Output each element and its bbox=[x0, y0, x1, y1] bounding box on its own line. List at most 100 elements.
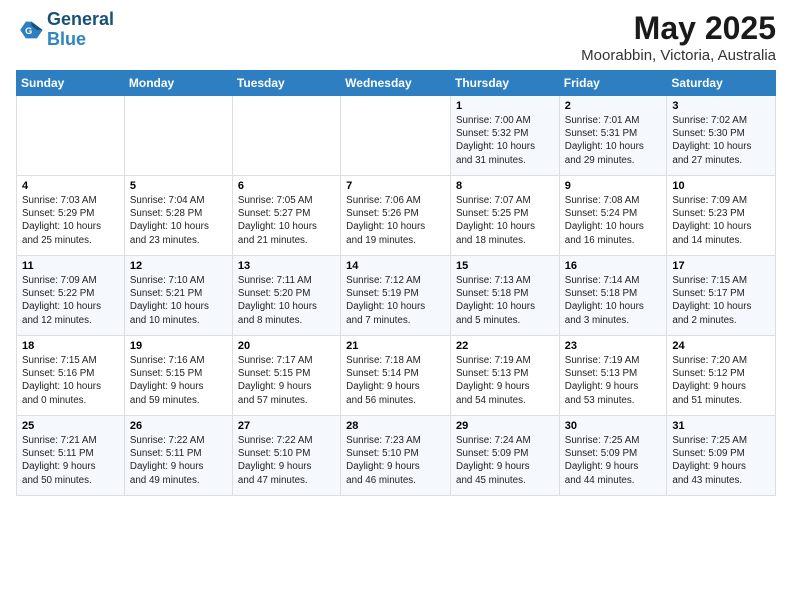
header: G General Blue May 2025 Moorabbin, Victo… bbox=[16, 10, 776, 64]
day-number: 6 bbox=[238, 180, 335, 192]
week-row-1: 1 Sunrise: 7:00 AMSunset: 5:32 PMDaylight… bbox=[17, 96, 776, 176]
day-cell bbox=[341, 96, 451, 176]
day-info: Sunrise: 7:06 AMSunset: 5:26 PMDaylight:… bbox=[346, 194, 445, 247]
day-cell: 23 Sunrise: 7:19 AMSunset: 5:13 PMDayligh… bbox=[559, 336, 667, 416]
weekday-header-tuesday: Tuesday bbox=[232, 71, 340, 96]
week-row-2: 4 Sunrise: 7:03 AMSunset: 5:29 PMDaylight… bbox=[17, 176, 776, 256]
week-row-5: 25Sunrise: 7:21 AMSunset: 5:11 PMDayligh… bbox=[17, 416, 776, 496]
day-info: Sunrise: 7:09 AMSunset: 5:22 PMDaylight:… bbox=[22, 274, 119, 327]
day-number: 27 bbox=[238, 420, 335, 432]
day-number: 12 bbox=[130, 260, 227, 272]
day-number: 23 bbox=[565, 340, 662, 352]
logo-line1: General bbox=[47, 10, 114, 30]
day-number: 4 bbox=[22, 180, 119, 192]
day-number: 13 bbox=[238, 260, 335, 272]
day-number: 1 bbox=[456, 100, 554, 112]
location: Moorabbin, Victoria, Australia bbox=[581, 47, 776, 64]
day-info: Sunrise: 7:13 AMSunset: 5:18 PMDaylight:… bbox=[456, 274, 554, 327]
day-cell: 31 Sunrise: 7:25 AMSunset: 5:09 PMDayligh… bbox=[667, 416, 776, 496]
day-cell: 24Sunrise: 7:20 AMSunset: 5:12 PMDayligh… bbox=[667, 336, 776, 416]
day-cell: 30 Sunrise: 7:25 AMSunset: 5:09 PMDayligh… bbox=[559, 416, 667, 496]
day-number: 19 bbox=[130, 340, 227, 352]
day-info: Sunrise: 7:07 AMSunset: 5:25 PMDaylight:… bbox=[456, 194, 554, 247]
day-number: 30 bbox=[565, 420, 662, 432]
day-info: Sunrise: 7:24 AMSunset: 5:09 PMDaylight:… bbox=[456, 434, 554, 487]
weekday-header-saturday: Saturday bbox=[667, 71, 776, 96]
day-info: Sunrise: 7:17 AMSunset: 5:15 PMDaylight:… bbox=[238, 354, 335, 407]
weekday-header-monday: Monday bbox=[124, 71, 232, 96]
day-cell bbox=[232, 96, 340, 176]
logo-icon: G bbox=[16, 16, 44, 44]
day-cell: 16 Sunrise: 7:14 AMSunset: 5:18 PMDayligh… bbox=[559, 256, 667, 336]
day-info: Sunrise: 7:02 AMSunset: 5:30 PMDaylight:… bbox=[672, 114, 770, 167]
day-cell: 17 Sunrise: 7:15 AMSunset: 5:17 PMDayligh… bbox=[667, 256, 776, 336]
weekday-header-sunday: Sunday bbox=[17, 71, 125, 96]
day-number: 8 bbox=[456, 180, 554, 192]
day-info: Sunrise: 7:00 AMSunset: 5:32 PMDaylight:… bbox=[456, 114, 554, 167]
logo: G General Blue bbox=[16, 10, 114, 50]
weekday-header-wednesday: Wednesday bbox=[341, 71, 451, 96]
day-info: Sunrise: 7:12 AMSunset: 5:19 PMDaylight:… bbox=[346, 274, 445, 327]
weekday-header-thursday: Thursday bbox=[451, 71, 560, 96]
weekday-header-row: SundayMondayTuesdayWednesdayThursdayFrid… bbox=[17, 71, 776, 96]
day-cell bbox=[17, 96, 125, 176]
day-cell: 19 Sunrise: 7:16 AMSunset: 5:15 PMDayligh… bbox=[124, 336, 232, 416]
day-number: 31 bbox=[672, 420, 770, 432]
week-row-3: 11 Sunrise: 7:09 AMSunset: 5:22 PMDayligh… bbox=[17, 256, 776, 336]
day-number: 5 bbox=[130, 180, 227, 192]
day-number: 16 bbox=[565, 260, 662, 272]
day-info: Sunrise: 7:19 AMSunset: 5:13 PMDaylight:… bbox=[456, 354, 554, 407]
day-cell: 1 Sunrise: 7:00 AMSunset: 5:32 PMDaylight… bbox=[451, 96, 560, 176]
day-cell: 26Sunrise: 7:22 AMSunset: 5:11 PMDayligh… bbox=[124, 416, 232, 496]
day-info: Sunrise: 7:18 AMSunset: 5:14 PMDaylight:… bbox=[346, 354, 445, 407]
day-cell: 12 Sunrise: 7:10 AMSunset: 5:21 PMDayligh… bbox=[124, 256, 232, 336]
day-cell: 10Sunrise: 7:09 AMSunset: 5:23 PMDayligh… bbox=[667, 176, 776, 256]
week-row-4: 18 Sunrise: 7:15 AMSunset: 5:16 PMDayligh… bbox=[17, 336, 776, 416]
day-number: 21 bbox=[346, 340, 445, 352]
day-info: Sunrise: 7:15 AMSunset: 5:17 PMDaylight:… bbox=[672, 274, 770, 327]
day-cell: 7Sunrise: 7:06 AMSunset: 5:26 PMDaylight… bbox=[341, 176, 451, 256]
day-info: Sunrise: 7:04 AMSunset: 5:28 PMDaylight:… bbox=[130, 194, 227, 247]
day-info: Sunrise: 7:19 AMSunset: 5:13 PMDaylight:… bbox=[565, 354, 662, 407]
day-info: Sunrise: 7:23 AMSunset: 5:10 PMDaylight:… bbox=[346, 434, 445, 487]
day-info: Sunrise: 7:14 AMSunset: 5:18 PMDaylight:… bbox=[565, 274, 662, 327]
page: G General Blue May 2025 Moorabbin, Victo… bbox=[0, 0, 792, 506]
day-info: Sunrise: 7:15 AMSunset: 5:16 PMDaylight:… bbox=[22, 354, 119, 407]
day-cell: 27 Sunrise: 7:22 AMSunset: 5:10 PMDayligh… bbox=[232, 416, 340, 496]
day-number: 17 bbox=[672, 260, 770, 272]
day-number: 14 bbox=[346, 260, 445, 272]
day-info: Sunrise: 7:03 AMSunset: 5:29 PMDaylight:… bbox=[22, 194, 119, 247]
day-cell: 20Sunrise: 7:17 AMSunset: 5:15 PMDayligh… bbox=[232, 336, 340, 416]
day-cell: 13 Sunrise: 7:11 AMSunset: 5:20 PMDayligh… bbox=[232, 256, 340, 336]
day-info: Sunrise: 7:08 AMSunset: 5:24 PMDaylight:… bbox=[565, 194, 662, 247]
day-cell: 3Sunrise: 7:02 AMSunset: 5:30 PMDaylight… bbox=[667, 96, 776, 176]
day-info: Sunrise: 7:16 AMSunset: 5:15 PMDaylight:… bbox=[130, 354, 227, 407]
day-number: 15 bbox=[456, 260, 554, 272]
day-cell: 18 Sunrise: 7:15 AMSunset: 5:16 PMDayligh… bbox=[17, 336, 125, 416]
day-cell: 2Sunrise: 7:01 AMSunset: 5:31 PMDaylight… bbox=[559, 96, 667, 176]
day-number: 24 bbox=[672, 340, 770, 352]
day-number: 22 bbox=[456, 340, 554, 352]
day-cell: 25Sunrise: 7:21 AMSunset: 5:11 PMDayligh… bbox=[17, 416, 125, 496]
day-info: Sunrise: 7:10 AMSunset: 5:21 PMDaylight:… bbox=[130, 274, 227, 327]
day-cell: 5 Sunrise: 7:04 AMSunset: 5:28 PMDaylight… bbox=[124, 176, 232, 256]
svg-text:G: G bbox=[25, 26, 32, 36]
day-info: Sunrise: 7:22 AMSunset: 5:10 PMDaylight:… bbox=[238, 434, 335, 487]
day-info: Sunrise: 7:25 AMSunset: 5:09 PMDaylight:… bbox=[672, 434, 770, 487]
day-info: Sunrise: 7:05 AMSunset: 5:27 PMDaylight:… bbox=[238, 194, 335, 247]
day-cell: 9Sunrise: 7:08 AMSunset: 5:24 PMDaylight… bbox=[559, 176, 667, 256]
day-cell: 21 Sunrise: 7:18 AMSunset: 5:14 PMDayligh… bbox=[341, 336, 451, 416]
day-number: 18 bbox=[22, 340, 119, 352]
weekday-header-friday: Friday bbox=[559, 71, 667, 96]
calendar-table: SundayMondayTuesdayWednesdayThursdayFrid… bbox=[16, 70, 776, 496]
day-info: Sunrise: 7:21 AMSunset: 5:11 PMDaylight:… bbox=[22, 434, 119, 487]
day-cell: 28Sunrise: 7:23 AMSunset: 5:10 PMDayligh… bbox=[341, 416, 451, 496]
day-info: Sunrise: 7:25 AMSunset: 5:09 PMDaylight:… bbox=[565, 434, 662, 487]
day-cell: 15 Sunrise: 7:13 AMSunset: 5:18 PMDayligh… bbox=[451, 256, 560, 336]
day-number: 11 bbox=[22, 260, 119, 272]
day-number: 2 bbox=[565, 100, 662, 112]
logo-text: General Blue bbox=[47, 10, 114, 50]
title-block: May 2025 Moorabbin, Victoria, Australia bbox=[581, 10, 776, 64]
day-cell: 29Sunrise: 7:24 AMSunset: 5:09 PMDayligh… bbox=[451, 416, 560, 496]
day-info: Sunrise: 7:11 AMSunset: 5:20 PMDaylight:… bbox=[238, 274, 335, 327]
